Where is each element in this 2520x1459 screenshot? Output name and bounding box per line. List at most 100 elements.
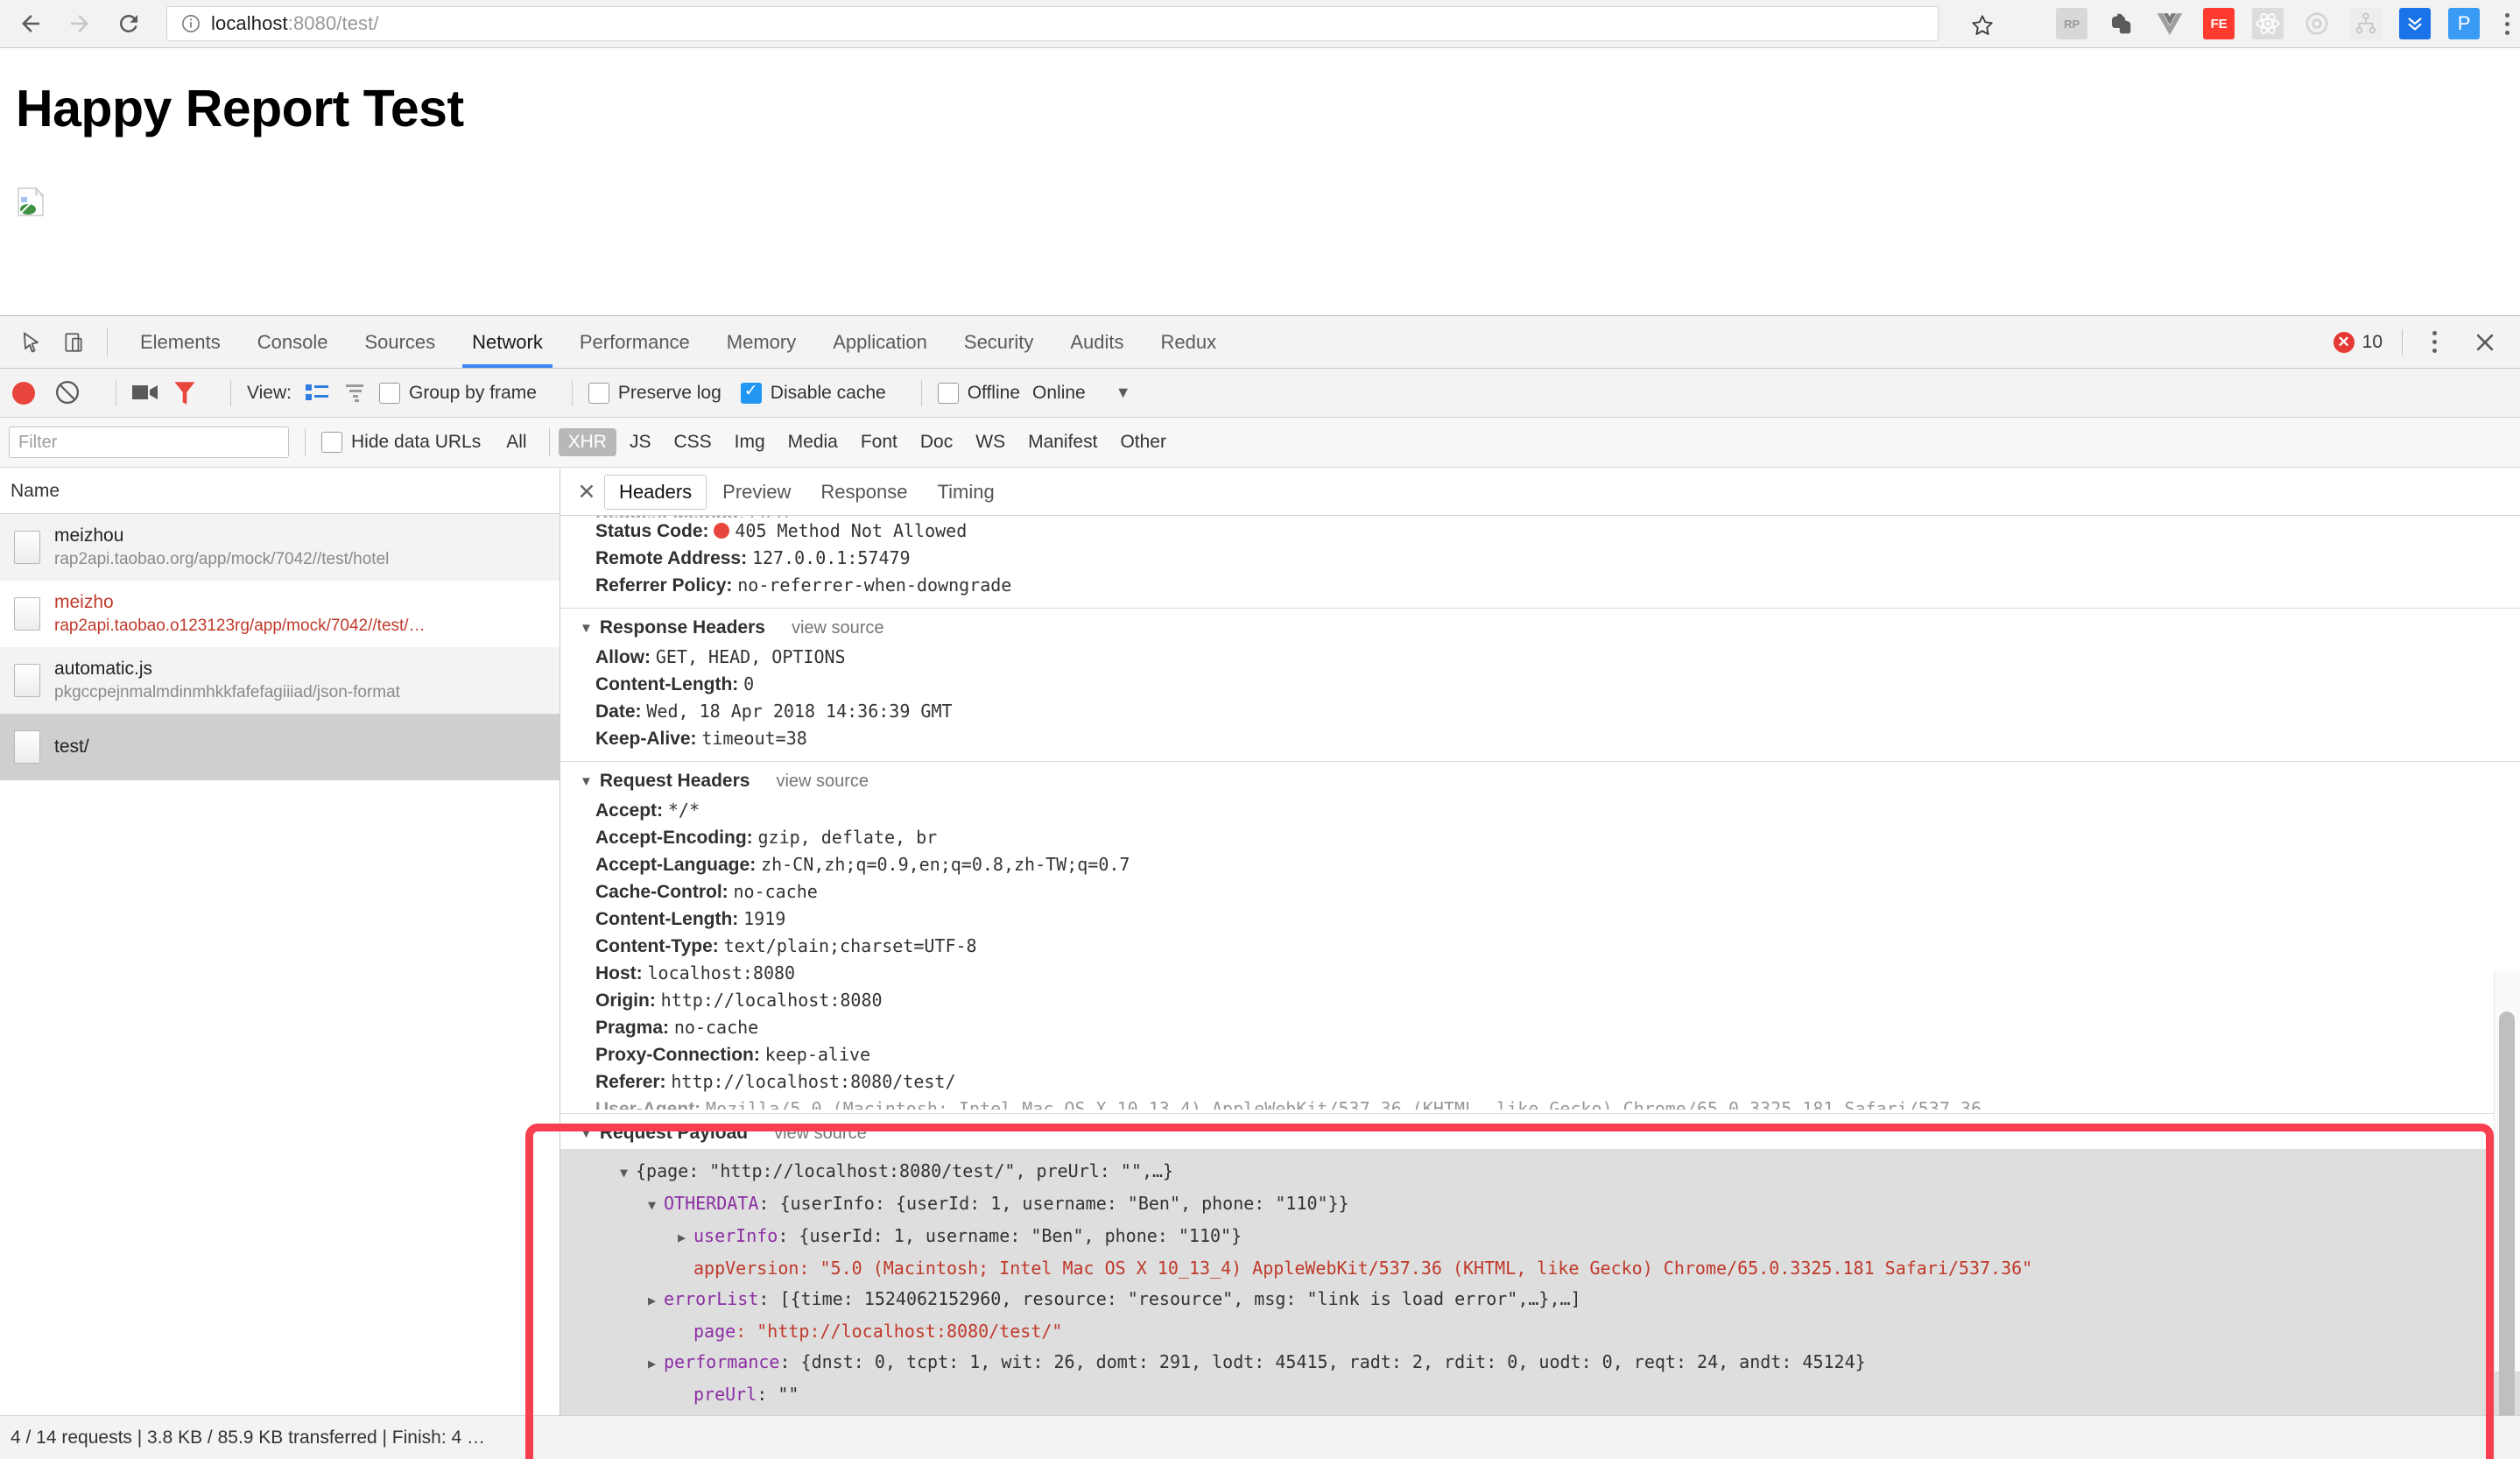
view-source-link[interactable]: view source: [776, 772, 869, 792]
tab-application[interactable]: Application: [814, 316, 946, 368]
filter-type-all[interactable]: All: [496, 428, 536, 456]
funnel-icon[interactable]: [172, 380, 197, 406]
disable-cache-checkbox[interactable]: Disable cache: [740, 381, 886, 404]
rap-extension-icon[interactable]: RP: [2056, 8, 2088, 39]
filter-type-js[interactable]: JS: [620, 428, 661, 456]
devtools-kebab-icon[interactable]: [2422, 325, 2446, 360]
tab-response[interactable]: Response: [806, 476, 921, 509]
hide-data-urls-checkbox[interactable]: Hide data URLs: [321, 432, 481, 453]
view-source-link[interactable]: view source: [792, 618, 884, 638]
response-headers-section-title[interactable]: ▼ Response Headers view source: [560, 608, 2520, 644]
waterfall-view-icon[interactable]: [341, 380, 370, 406]
request-headers-section-title[interactable]: ▼ Request Headers view source: [560, 761, 2520, 797]
clear-icon[interactable]: [54, 379, 82, 407]
tab-console[interactable]: Console: [239, 316, 347, 368]
tab-memory[interactable]: Memory: [708, 316, 814, 368]
triangle-collapsed-icon[interactable]: ▶: [648, 1286, 664, 1316]
triangle-collapsed-icon[interactable]: ▶: [678, 1223, 693, 1253]
table-row[interactable]: test/: [0, 714, 560, 780]
payload-node[interactable]: ▶ userInfo: {userId: 1, username: "Ben", …: [560, 1221, 2520, 1253]
record-button-icon[interactable]: [12, 381, 35, 405]
table-row[interactable]: automatic.js pkgccpejnmalmdinmhkkfafefag…: [0, 647, 560, 714]
evernote-extension-icon[interactable]: [2105, 8, 2136, 39]
address-bar[interactable]: localhost:8080/test/: [166, 6, 1939, 41]
tab-performance[interactable]: Performance: [561, 316, 708, 368]
tab-elements[interactable]: Elements: [122, 316, 239, 368]
throttling-select[interactable]: Online: [1032, 383, 1086, 404]
chrome-menu-kebab-icon[interactable]: [2494, 8, 2520, 39]
info-icon[interactable]: [181, 14, 201, 33]
filter-type-img[interactable]: Img: [725, 428, 775, 456]
payload-node[interactable]: ▼ {page: "http://localhost:8080/test/", p…: [560, 1156, 2520, 1188]
payload-text: : "5.0 (Macintosh; Intel Mac OS X 10_13_…: [799, 1258, 2033, 1279]
filter-type-css[interactable]: CSS: [664, 428, 721, 456]
request-payload-section-title[interactable]: ▼ Request Payload view source: [560, 1113, 2520, 1149]
request-url: rap2api.taobao.org/app/mock/7042//test/h…: [54, 550, 390, 569]
header-key: Content-Type:: [595, 936, 719, 956]
header-key: Content-Length:: [595, 909, 739, 929]
tab-network[interactable]: Network: [454, 316, 561, 368]
filter-type-font[interactable]: Font: [851, 428, 907, 456]
tab-sources[interactable]: Sources: [346, 316, 454, 368]
table-row[interactable]: meizhou rap2api.taobao.org/app/mock/7042…: [0, 514, 560, 581]
triangle-expanded-icon[interactable]: ▼: [648, 1190, 664, 1221]
view-source-link[interactable]: view source: [774, 1124, 867, 1144]
request-cell: automatic.js pkgccpejnmalmdinmhkkfafefag…: [54, 657, 400, 704]
header-value: 1919: [743, 908, 786, 929]
toggle-device-toolbar-icon[interactable]: [54, 323, 93, 362]
react-devtools-extension-icon[interactable]: [2252, 8, 2284, 39]
headers-content: Request Method: POST Status Code: 405 Me…: [560, 516, 2520, 1415]
fe-helper-extension-icon[interactable]: FE: [2203, 8, 2235, 39]
sitemap-extension-icon[interactable]: [2350, 8, 2383, 39]
downloader-extension-icon[interactable]: [2399, 8, 2432, 39]
filter-type-manifest[interactable]: Manifest: [1018, 428, 1107, 456]
tab-audits[interactable]: Audits: [1052, 316, 1142, 368]
payload-key: appVersion: [693, 1258, 799, 1279]
triangle-expanded-icon[interactable]: ▼: [620, 1158, 636, 1188]
vertical-scrollbar[interactable]: [2499, 1011, 2515, 1415]
general-row: Referrer Policy: no-referrer-when-downgr…: [560, 572, 2520, 599]
vue-devtools-extension-icon[interactable]: [2154, 8, 2186, 39]
group-by-frame-label: Group by frame: [408, 382, 537, 403]
checkbox-box: [937, 382, 959, 404]
header-row: Proxy-Connection: keep-alive: [560, 1041, 2520, 1068]
payload-node[interactable]: ▼ OTHERDATA: {userInfo: {userId: 1, usern…: [560, 1188, 2520, 1221]
tab-preview[interactable]: Preview: [708, 476, 805, 509]
tab-headers[interactable]: Headers: [604, 474, 707, 510]
bookmark-star-icon[interactable]: [1963, 10, 2002, 41]
general-row: Status Code: 405 Method Not Allowed: [560, 518, 2520, 545]
reload-icon[interactable]: [114, 9, 144, 39]
group-by-frame-checkbox[interactable]: Group by frame: [378, 382, 537, 404]
tab-timing[interactable]: Timing: [923, 476, 1008, 509]
back-arrow-icon[interactable]: [16, 9, 46, 39]
table-row[interactable]: meizho rap2api.taobao.o123123rg/app/mock…: [0, 581, 560, 647]
devtools-close-icon[interactable]: [2469, 327, 2501, 358]
filter-type-media[interactable]: Media: [778, 428, 848, 456]
filter-type-other[interactable]: Other: [1110, 428, 1176, 456]
chevron-down-icon[interactable]: ▼: [1116, 384, 1131, 402]
tab-redux[interactable]: Redux: [1143, 316, 1235, 368]
camera-icon[interactable]: [132, 383, 158, 404]
filter-type-ws[interactable]: WS: [966, 428, 1015, 456]
close-detail-icon[interactable]: ✕: [569, 475, 604, 510]
filter-input[interactable]: [9, 426, 289, 458]
tab-security[interactable]: Security: [946, 316, 1052, 368]
header-row: Accept-Language: zh-CN,zh;q=0.9,en;q=0.8…: [560, 851, 2520, 878]
header-value: gzip, deflate, br: [757, 827, 938, 848]
triangle-collapsed-icon[interactable]: ▶: [648, 1349, 664, 1379]
inspect-element-icon[interactable]: [12, 323, 51, 362]
filter-type-doc[interactable]: Doc: [911, 428, 962, 456]
pocket-extension-icon[interactable]: P: [2448, 8, 2481, 39]
error-count-badge[interactable]: ✕ 10: [2333, 331, 2383, 353]
payload-node[interactable]: ▶ errorList: [{time: 1524062152960, resou…: [560, 1284, 2520, 1316]
preserve-log-checkbox[interactable]: Preserve log: [588, 382, 722, 404]
disable-cache-label: Disable cache: [770, 382, 886, 403]
header-value: Mozilla/5.0 (Macintosh; Intel Mac OS X 1…: [706, 1098, 1982, 1110]
payload-node[interactable]: ▶ performance: {dnst: 0, tcpt: 1, wit: 26…: [560, 1347, 2520, 1379]
view-label: View:: [247, 382, 292, 403]
payload-text: : [{time: 1524062152960, resource: "reso…: [758, 1288, 1581, 1309]
list-view-icon[interactable]: [302, 380, 332, 406]
filter-type-xhr[interactable]: XHR: [558, 428, 616, 456]
postman-interceptor-extension-icon[interactable]: [2301, 8, 2333, 39]
offline-checkbox[interactable]: Offline: [937, 382, 1020, 404]
